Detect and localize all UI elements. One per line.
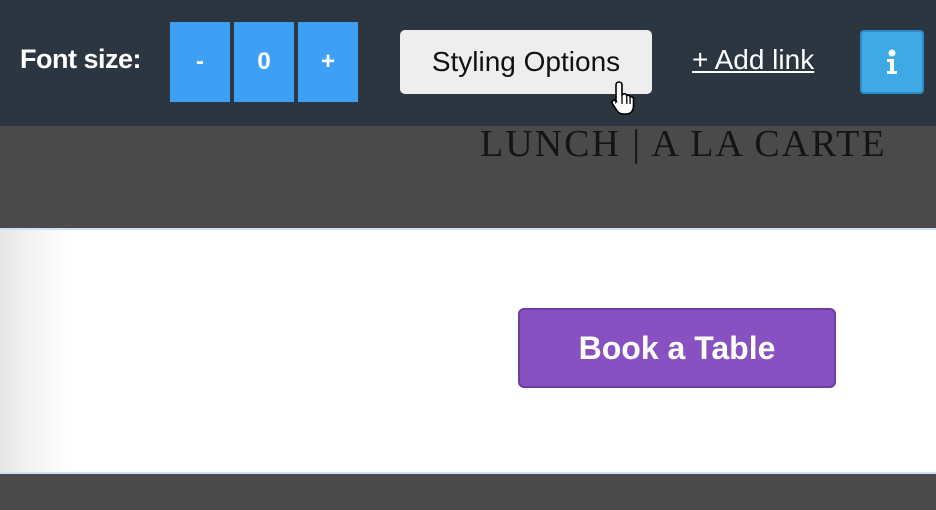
- menu-section-heading: LUNCH | A LA CARTE: [480, 123, 887, 165]
- info-icon: [887, 49, 897, 74]
- hand-pointer-cursor-icon: [611, 81, 635, 115]
- font-size-value: 0: [234, 22, 294, 102]
- add-link-button[interactable]: + Add link: [692, 44, 814, 76]
- band-edge-shadow: [0, 230, 70, 472]
- book-a-table-button[interactable]: Book a Table: [518, 308, 836, 388]
- page: Font size: - 0 + Styling Options + Add l…: [0, 0, 936, 510]
- info-button[interactable]: [860, 30, 924, 94]
- font-size-label: Font size:: [20, 44, 142, 74]
- font-size-increase-button[interactable]: +: [298, 22, 358, 102]
- font-size-decrease-button[interactable]: -: [170, 22, 230, 102]
- editor-toolbar: Font size: - 0 + Styling Options + Add l…: [0, 0, 936, 126]
- booking-section: Book a Table: [0, 228, 936, 474]
